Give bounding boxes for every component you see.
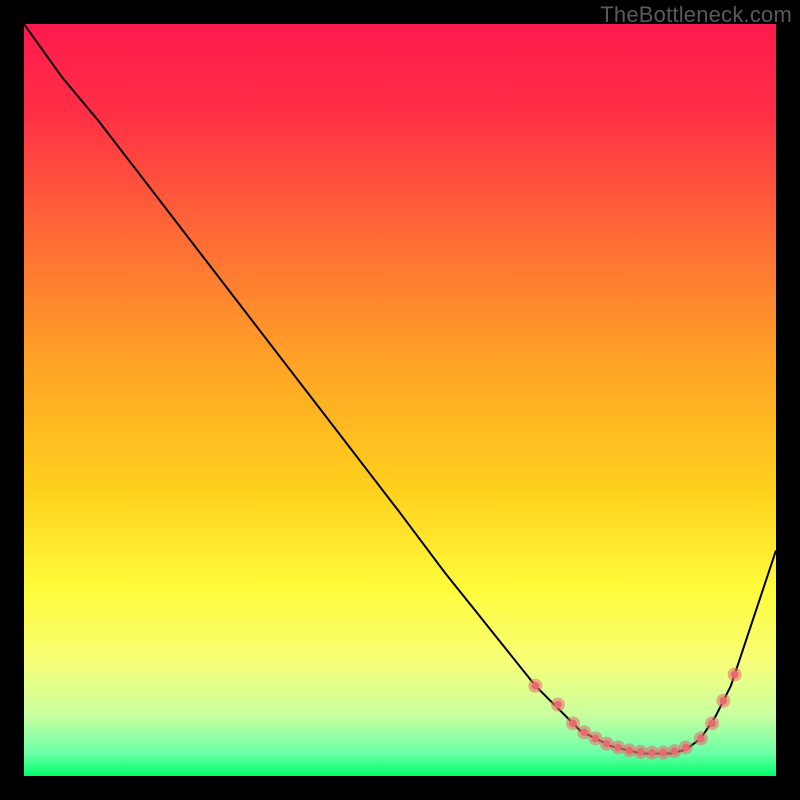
curve-path <box>24 24 776 753</box>
dot-inner <box>731 671 739 679</box>
watermark-text: TheBottleneck.com <box>600 2 792 28</box>
dot-inner <box>580 729 588 737</box>
dot-inner <box>708 720 716 728</box>
highlight-dots <box>528 667 741 759</box>
dot-inner <box>671 747 679 755</box>
dot-inner <box>637 748 645 756</box>
dot-inner <box>720 697 728 705</box>
dot-inner <box>592 735 600 743</box>
curve-line <box>24 24 776 753</box>
chart-frame: TheBottleneck.com <box>0 0 800 800</box>
dot-inner <box>614 744 622 752</box>
dot-inner <box>659 749 667 757</box>
dot-inner <box>682 744 690 752</box>
plot-overlay <box>24 24 776 776</box>
dot-inner <box>554 701 562 709</box>
dot-inner <box>697 735 705 743</box>
dot-inner <box>569 720 577 728</box>
dot-inner <box>532 682 540 690</box>
dot-inner <box>648 749 656 757</box>
dot-inner <box>603 740 611 748</box>
dot-inner <box>626 747 634 755</box>
